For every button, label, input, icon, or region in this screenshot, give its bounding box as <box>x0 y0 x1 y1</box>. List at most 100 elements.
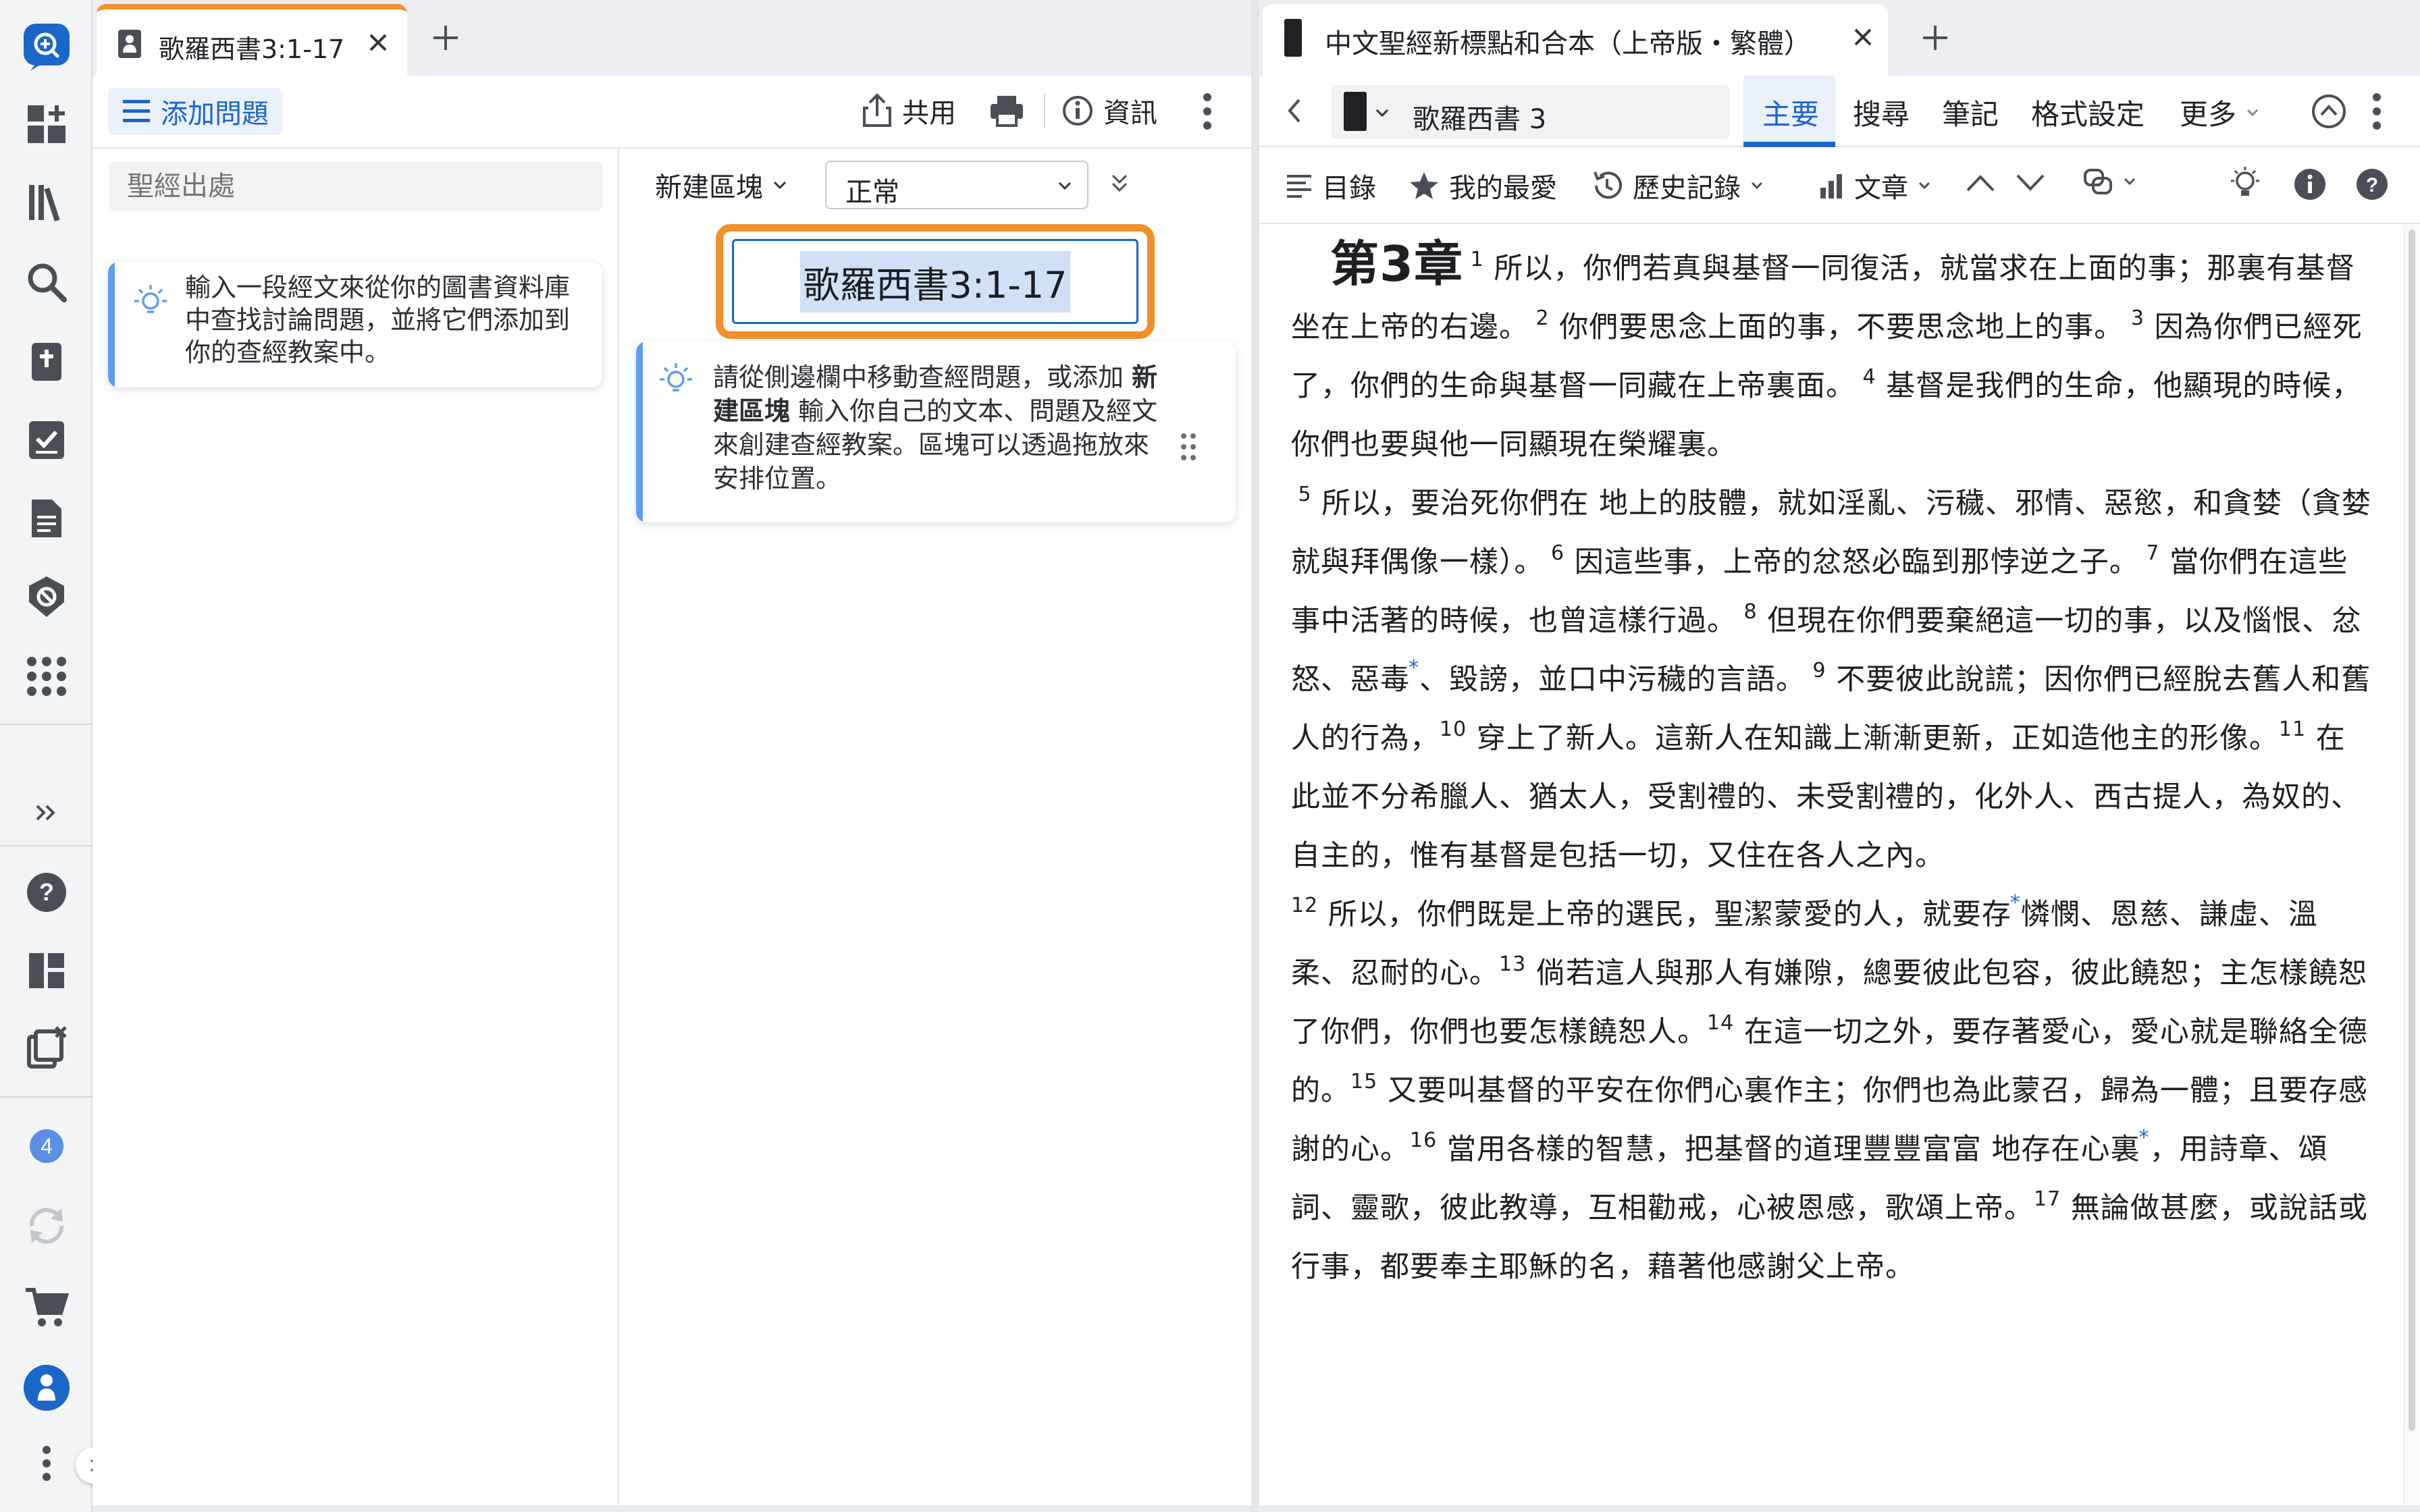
verse-number: 16 <box>1410 1129 1438 1152</box>
sidebar-tip-text: 輸入一段經文來從你的圖書資料庫中查找討論問題，並將它們添加到你的查經教案中。 <box>185 273 571 367</box>
chevron-down-icon[interactable] <box>1375 108 1390 117</box>
footnote-marker[interactable]: * <box>2010 891 2021 915</box>
previous-chevron-up-icon[interactable] <box>1965 173 1996 193</box>
sync-icon[interactable] <box>17 1196 76 1256</box>
tab-title: 中文聖經新標點和合本（上帝版・繁體） <box>1325 28 1811 59</box>
verse-number: 1 <box>1463 248 1484 271</box>
chevron-down-icon <box>1058 182 1072 190</box>
svg-text:?: ? <box>2366 174 2378 196</box>
paragraph: 12 所以，你們既是上帝的選民，聖潔蒙愛的人，就要存*憐憫、恩慈、謙虛、溫柔、忍… <box>1291 886 2374 1297</box>
checklist-icon[interactable] <box>17 410 76 470</box>
search-icon[interactable] <box>17 252 76 312</box>
verse-text: 所以，你們既是上帝的選民，聖潔蒙愛的人，就要存 <box>1327 898 2011 932</box>
shield-icon[interactable] <box>17 567 76 626</box>
help-icon[interactable]: ? <box>17 863 76 922</box>
tab-search[interactable]: 搜尋 <box>1853 92 1910 133</box>
help-icon[interactable]: ? <box>2355 167 2389 201</box>
reference-box[interactable]: 歌羅西書 3 <box>1332 85 1730 139</box>
verse-number: 3 <box>2124 306 2145 330</box>
book-cover-icon[interactable] <box>1344 92 1367 131</box>
expand-chevrons-icon[interactable] <box>17 783 76 842</box>
verse-number: 2 <box>1529 306 1550 330</box>
tab-format-settings[interactable]: 格式設定 <box>2031 92 2145 133</box>
app-sidebar-rail: ? 4 <box>0 0 93 1512</box>
bible-icon[interactable] <box>17 332 76 392</box>
verse-text: 、毀謗，並口中污穢的言語。 <box>1419 663 1806 697</box>
passage-search-input[interactable] <box>109 162 602 211</box>
new-tab-plus-icon[interactable] <box>432 24 459 51</box>
reader-scrollbar[interactable] <box>2404 225 2420 1505</box>
insights-lightbulb-icon[interactable] <box>2230 166 2261 201</box>
close-icon[interactable] <box>1853 27 1873 47</box>
verse-number: 4 <box>1856 365 1876 389</box>
more-vertical-icon[interactable] <box>2371 92 2382 131</box>
tab-title: 歌羅西書3:1-17 <box>159 34 345 64</box>
heading-block[interactable]: 歌羅西書3:1-17 <box>732 239 1138 324</box>
sidebar-tip-card: 輸入一段經文來從你的圖書資料庫中查找討論問題，並將它們添加到你的查經教案中。 <box>108 262 602 387</box>
lightbulb-icon <box>134 285 167 313</box>
style-select[interactable]: 正常 <box>825 161 1088 209</box>
verse-number: 14 <box>1707 1011 1735 1035</box>
user-avatar-icon[interactable] <box>17 1358 76 1418</box>
apps-grid-icon[interactable] <box>17 647 76 706</box>
chapter-heading: 第3章 <box>1330 236 1464 292</box>
scrollbar-thumb[interactable] <box>2409 230 2415 1431</box>
toc-button[interactable]: 目錄 <box>1286 166 1376 205</box>
clipboard-close-icon[interactable] <box>17 1018 76 1077</box>
favorites-button[interactable]: 我的最愛 <box>1409 166 1557 205</box>
print-icon[interactable] <box>989 94 1024 127</box>
tab-study[interactable]: 歌羅西書3:1-17 <box>97 4 407 76</box>
share-button[interactable]: 共用 <box>862 90 956 131</box>
footnote-marker[interactable]: * <box>2139 1126 2150 1150</box>
new-tab-plus-icon[interactable] <box>1922 24 1949 51</box>
footnote-marker[interactable]: * <box>1409 656 1419 680</box>
library-icon[interactable] <box>17 173 76 232</box>
verse-number: 6 <box>1544 541 1565 565</box>
verse-number: 5 <box>1291 483 1312 506</box>
tab-more[interactable]: 更多 <box>2180 92 2259 133</box>
next-chevron-down-icon[interactable] <box>2015 173 2046 193</box>
reference-text[interactable]: 歌羅西書 3 <box>1413 97 1546 136</box>
link-set-icon <box>2084 169 2112 194</box>
info-icon <box>1063 96 1093 126</box>
close-icon[interactable] <box>368 32 388 53</box>
heading-block-text[interactable]: 歌羅西書3:1-17 <box>800 250 1070 313</box>
history-button[interactable]: 歷史記錄 <box>1591 166 1764 205</box>
panel-splitter[interactable] <box>1251 0 1259 1512</box>
paragraph: 5 所以，要治死你們在 地上的肢體，就如淫亂、污穢、邪情、惡慾，和貪婪（貪婪就與… <box>1291 475 2374 886</box>
new-block-dropdown[interactable]: 新建區塊 <box>655 165 787 205</box>
document-icon[interactable] <box>17 489 76 548</box>
notification-badge[interactable]: 4 <box>17 1116 76 1176</box>
tab-main[interactable]: 主要 <box>1743 76 1835 147</box>
svg-text:?: ? <box>39 878 54 906</box>
verse-text: 你們要思念上面的事，不要思念地上的事。 <box>1559 310 2124 344</box>
more-vertical-icon[interactable] <box>1202 92 1213 131</box>
lightbulb-icon <box>660 363 692 392</box>
article-button[interactable]: 文章 <box>1818 166 1931 205</box>
dashboard-add-icon[interactable] <box>17 94 76 154</box>
link-set-button[interactable] <box>2082 167 2136 196</box>
layout-icon[interactable] <box>17 941 76 1000</box>
more-vertical-icon[interactable] <box>17 1434 76 1493</box>
verse-number: 17 <box>2034 1187 2061 1211</box>
tab-notes[interactable]: 筆記 <box>1942 92 1999 133</box>
chevron-down-icon <box>1918 182 1930 190</box>
info-button[interactable]: 資訊 <box>1061 90 1157 131</box>
cart-icon[interactable] <box>17 1277 76 1336</box>
book-cover-icon <box>1284 19 1302 57</box>
verse-text: 因這些事，上帝的忿怒必臨到那悖逆之子。 <box>1574 545 2139 579</box>
collapse-up-icon[interactable] <box>2311 93 2347 130</box>
app-logo-icon[interactable] <box>17 17 76 76</box>
double-chevron-down-icon[interactable] <box>1110 173 1129 194</box>
paragraph: 第3章 1 所以，你們若真與基督一同復活，就當求在上面的事；那裏有基督 坐在上帝… <box>1291 235 2374 475</box>
tab-bible[interactable]: 中文聖經新標點和合本（上帝版・繁體） <box>1263 4 1888 76</box>
verse-number: 9 <box>1806 659 1826 682</box>
builder-tip-card: 請從側邊欄中移動查經問題，或添加 新建區塊 輸入你自己的文本、問題及經文來創建查… <box>636 342 1236 522</box>
toc-list-icon <box>1287 175 1311 198</box>
verse-number: 15 <box>1350 1070 1378 1094</box>
builder-tip-text: 請從側邊欄中移動查經問題，或添加 新建區塊 輸入你自己的文本、問題及經文來創建查… <box>713 362 1158 493</box>
drag-handle-icon[interactable] <box>1179 432 1198 462</box>
info-icon[interactable] <box>2293 167 2327 201</box>
add-question-button[interactable]: 添加問題 <box>108 88 282 135</box>
back-chevron-icon[interactable] <box>1286 97 1302 124</box>
